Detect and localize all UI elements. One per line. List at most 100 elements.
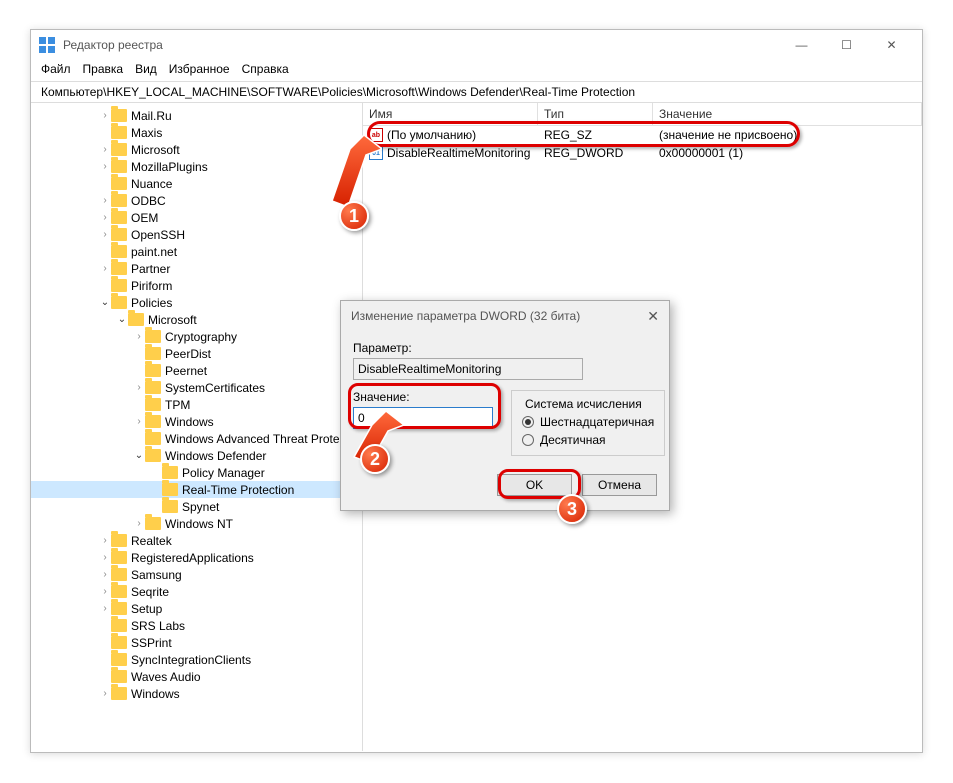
ok-button[interactable]: OK [497,474,572,496]
chevron-icon[interactable]: › [99,230,111,240]
value-row-default[interactable]: ab(По умолчанию) REG_SZ (значение не при… [363,126,922,144]
tree-item[interactable]: ⌄Windows Defender [31,447,362,464]
chevron-icon[interactable]: › [99,264,111,274]
menu-help[interactable]: Справка [242,62,289,79]
chevron-icon[interactable]: › [99,604,111,614]
base-fieldset: Система исчисления Шестнадцатеричная Дес… [511,390,665,456]
chevron-icon[interactable]: ⌄ [116,315,128,325]
cancel-button[interactable]: Отмена [582,474,657,496]
tree-item[interactable]: › Microsoft [31,141,362,158]
folder-icon [111,551,127,564]
tree-item-label: ODBC [131,194,166,208]
menu-edit[interactable]: Правка [83,62,124,79]
chevron-icon[interactable]: › [99,570,111,580]
tree-item[interactable]: Real-Time Protection [31,481,362,498]
chevron-icon[interactable]: › [133,332,145,342]
folder-icon [145,517,161,530]
tree-item[interactable]: Waves Audio [31,668,362,685]
folder-icon [111,619,127,632]
menu-file[interactable]: Файл [41,62,71,79]
tree-item[interactable]: Piriform [31,277,362,294]
radio-hex[interactable] [522,416,534,428]
tree-item[interactable]: › Setup [31,600,362,617]
chevron-icon[interactable]: ⌄ [99,298,111,308]
tree-item-label: Windows [165,415,214,429]
tree-item[interactable]: ›Partner [31,260,362,277]
tree-item[interactable]: ⌄Microsoft [31,311,362,328]
tree-item-label: Setup [131,602,162,616]
tree-item[interactable]: ›Seqrite [31,583,362,600]
chevron-icon[interactable]: › [133,417,145,427]
tree-item[interactable]: SSPrint [31,634,362,651]
tree-item[interactable]: ›SystemCertificates [31,379,362,396]
tree-item[interactable]: ›Mail.Ru [31,107,362,124]
tree-item[interactable]: Policy Manager [31,464,362,481]
folder-icon [111,245,127,258]
annotation-badge-1: 1 [339,201,369,231]
tree-item[interactable]: › OEM [31,209,362,226]
chevron-icon[interactable]: › [99,145,111,155]
value-row-disable-realtime[interactable]: 01DisableRealtimeMonitoring REG_DWORD 0x… [363,144,922,162]
tree-item[interactable]: Nuance [31,175,362,192]
tree-item[interactable]: Peernet [31,362,362,379]
chevron-icon[interactable]: ⌄ [133,451,145,461]
tree-item[interactable]: ›Realtek [31,532,362,549]
close-button[interactable]: ✕ [869,30,914,60]
tree-item[interactable]: › ODBC [31,192,362,209]
list-header: Имя Тип Значение [363,103,922,126]
tree-pane[interactable]: ›Mail.RuMaxis › Microsoft›MozillaPluginsNu… [31,103,363,751]
radio-dec[interactable] [522,434,534,446]
minimize-button[interactable]: — [779,30,824,60]
tree-item[interactable]: TPM [31,396,362,413]
chevron-icon[interactable]: › [99,536,111,546]
tree-item-label: Waves Audio [131,670,201,684]
folder-icon [111,126,127,139]
chevron-icon[interactable]: › [133,383,145,393]
maximize-button[interactable]: ☐ [824,30,869,60]
chevron-icon[interactable]: › [99,111,111,121]
value-input[interactable] [353,407,493,429]
chevron-icon[interactable]: › [99,196,111,206]
address-bar[interactable]: Компьютер\HKEY_LOCAL_MACHINE\SOFTWARE\Po… [31,81,922,103]
tree-item-label: Windows Advanced Threat Protect [165,432,349,446]
col-header-type[interactable]: Тип [538,103,653,125]
tree-item[interactable]: PeerDist [31,345,362,362]
folder-icon [162,483,178,496]
menu-favorites[interactable]: Избранное [169,62,230,79]
tree-item-label: TPM [165,398,190,412]
tree-item[interactable]: SRS Labs [31,617,362,634]
tree-item-label: Windows [131,687,180,701]
chevron-icon[interactable]: › [99,213,111,223]
annotation-badge-2: 2 [360,444,390,474]
folder-icon [111,653,127,666]
col-header-value[interactable]: Значение [653,103,922,125]
tree-item[interactable]: ›Cryptography [31,328,362,345]
tree-item[interactable]: › Windows [31,685,362,702]
tree-item-label: OpenSSH [131,228,185,242]
tree-item[interactable]: ›RegisteredApplications [31,549,362,566]
edit-dword-dialog: Изменение параметра DWORD (32 бита) ✕ Па… [340,300,670,511]
tree-item[interactable]: Maxis [31,124,362,141]
dialog-close-button[interactable]: ✕ [647,308,659,325]
tree-item[interactable]: SyncIntegrationClients [31,651,362,668]
folder-icon [111,534,127,547]
tree-item[interactable]: › OpenSSH [31,226,362,243]
tree-item[interactable]: ›Samsung [31,566,362,583]
tree-item-label: Microsoft [131,143,180,157]
col-header-name[interactable]: Имя [363,103,538,125]
tree-item[interactable]: Windows Advanced Threat Protect [31,430,362,447]
chevron-icon[interactable]: › [99,162,111,172]
tree-item[interactable]: ›MozillaPlugins [31,158,362,175]
chevron-icon[interactable]: › [99,553,111,563]
tree-item-label: OEM [131,211,158,225]
chevron-icon[interactable]: › [133,519,145,529]
tree-item[interactable]: ›Windows NT [31,515,362,532]
tree-item[interactable]: Spynet [31,498,362,515]
chevron-icon[interactable]: › [99,587,111,597]
chevron-icon[interactable]: › [99,689,111,699]
tree-item[interactable]: › Windows [31,413,362,430]
tree-item[interactable]: ⌄Policies [31,294,362,311]
tree-item[interactable]: paint.net [31,243,362,260]
menu-view[interactable]: Вид [135,62,157,79]
folder-icon [111,602,127,615]
